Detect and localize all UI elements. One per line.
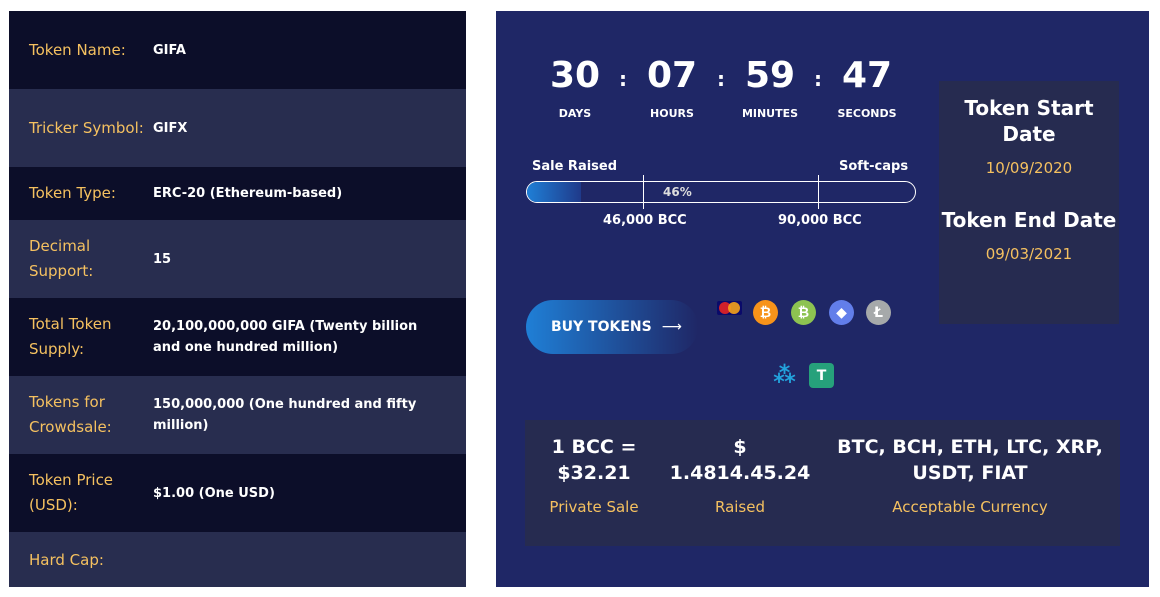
colon: : — [717, 67, 725, 91]
countdown-seconds: 47 SECONDS — [822, 55, 912, 120]
token-details-table: Token Name: GIFA Tricker Symbol: GIFX Toke… — [9, 11, 466, 587]
row-value: 20,100,000,000 GIFA (Twenty billion and … — [153, 319, 418, 355]
row-label: Decimal Support: — [29, 237, 94, 280]
colon: : — [619, 67, 627, 91]
start-date-title: Token Start Date — [964, 96, 1094, 146]
token-dates-box: Token Start Date 10/09/2020 Token End Da… — [939, 81, 1119, 324]
countdown-unit: SECONDS — [837, 107, 897, 120]
end-date-value: 09/03/2021 — [985, 245, 1073, 263]
countdown-hours: 07 HOURS — [627, 55, 717, 120]
row-value: $1.00 (One USD) — [153, 485, 275, 501]
row-label: Total Token Supply: — [29, 315, 112, 358]
row-value: GIFX — [153, 120, 188, 136]
end-date-title: Token End Date — [941, 208, 1117, 232]
row-value: 150,000,000 (One hundred and fifty milli… — [153, 397, 417, 433]
sale-raised-label: Sale Raised — [532, 159, 618, 174]
countdown-value: 07 — [646, 55, 698, 96]
buy-tokens-button[interactable]: BUY TOKENS ⟶ — [526, 300, 698, 354]
stat-currency: BTC, BCH, ETH, LTC, XRP, USDT, FIAT Accep… — [830, 434, 1110, 516]
countdown-unit: DAYS — [558, 107, 592, 120]
row-label: Token Price (USD): — [29, 471, 114, 514]
marker-label: 90,000 BCC — [778, 213, 862, 228]
sale-stats-box: 1 BCC = $32.21 Private Sale $ 1.4814.45.2… — [525, 420, 1120, 546]
colon: : — [814, 67, 822, 91]
countdown-value: 30 — [549, 55, 601, 96]
stat-private-sale: 1 BCC = $32.21 Private Sale — [535, 434, 653, 516]
row-value: GIFA — [153, 42, 186, 58]
table-row: Tricker Symbol: GIFX — [9, 89, 466, 167]
countdown-unit: HOURS — [650, 107, 694, 120]
countdown-value: 59 — [744, 55, 796, 96]
stat-caption: Raised — [714, 498, 766, 516]
table-row: Token Name: GIFA — [9, 11, 466, 89]
stat-caption: Acceptable Currency — [892, 498, 1048, 516]
mastercard-icon — [717, 301, 742, 315]
litecoin-icon: Ł — [866, 300, 891, 325]
start-date-value: 10/09/2020 — [985, 159, 1073, 177]
stat-value: 1 BCC = $32.21 — [551, 436, 637, 484]
marker-label: 46,000 BCC — [603, 213, 687, 228]
stat-caption: Private Sale — [549, 498, 639, 516]
ethereum-icon: ◆ — [829, 300, 854, 325]
progress-bar — [526, 181, 916, 203]
arrow-right-icon: ⟶ — [661, 319, 682, 335]
bitcoin-cash-icon: ₿ — [791, 300, 816, 325]
stat-value: BTC, BCH, ETH, LTC, XRP, USDT, FIAT — [837, 436, 1103, 484]
stat-raised: $ 1.4814.45.24 Raised — [665, 434, 815, 516]
token-sale-panel: 30 DAYS : 07 HOURS : 59 MINUTES : 47 SECONDS… — [496, 11, 1149, 587]
countdown-unit: MINUTES — [741, 107, 799, 120]
table-row: Total Token Supply: 20,100,000,000 GIFA (… — [9, 298, 466, 376]
marker-line — [818, 175, 819, 209]
bitcoin-icon: ₿ — [753, 300, 778, 325]
tether-icon: T — [809, 363, 834, 388]
marker-line — [643, 175, 644, 209]
table-row: Decimal Support: 15 — [9, 220, 466, 298]
row-label: Hard Cap: — [29, 551, 104, 569]
countdown-minutes: 59 MINUTES — [725, 55, 815, 120]
countdown-value: 47 — [841, 55, 893, 96]
progress-percent: 46% — [663, 185, 692, 199]
ripple-icon: ⁂ — [773, 363, 796, 388]
row-value: ERC-20 (Ethereum-based) — [153, 186, 343, 201]
stat-value: $ 1.4814.45.24 — [669, 436, 811, 484]
countdown-days: 30 DAYS — [530, 55, 620, 120]
table-row: Token Price (USD): $1.00 (One USD) — [9, 454, 466, 532]
row-label: Token Name: — [29, 40, 126, 59]
soft-caps-label: Soft-caps — [839, 159, 909, 174]
table-row: Hard Cap: — [9, 532, 466, 587]
row-label: Token Type: — [29, 184, 116, 202]
row-label: Tokens for Crowdsale: — [29, 393, 112, 436]
buy-tokens-label: BUY TOKENS — [551, 319, 652, 335]
progress-fill — [527, 182, 581, 202]
row-label: Tricker Symbol: — [29, 118, 144, 137]
table-row: Tokens for Crowdsale: 150,000,000 (One hu… — [9, 376, 466, 454]
row-value: 15 — [153, 251, 172, 267]
table-row: Token Type: ERC-20 (Ethereum-based) — [9, 167, 466, 220]
